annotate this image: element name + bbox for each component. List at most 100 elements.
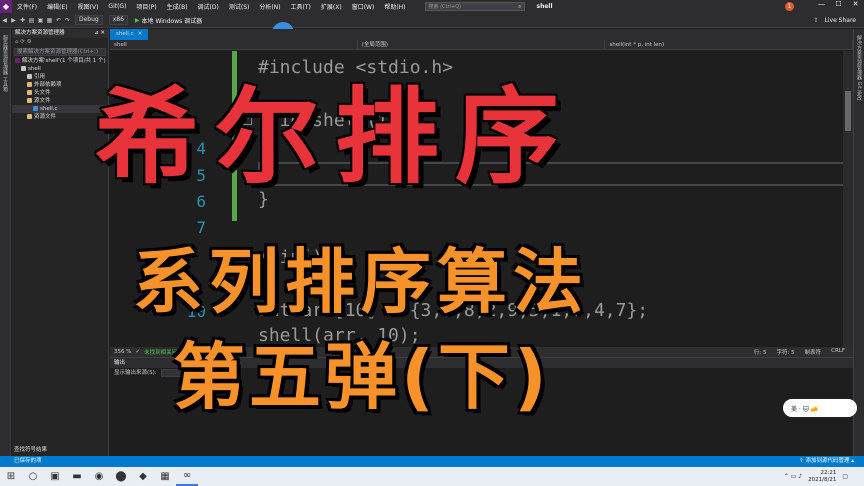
new-item-icon[interactable]: ✚	[18, 17, 27, 24]
menu-analyze[interactable]: 分析(N)	[254, 2, 285, 11]
visual-studio-icon[interactable]: ∞	[176, 467, 198, 486]
undo-icon[interactable]: ↶	[54, 17, 63, 24]
toolbar-right: ⇪ Live Share	[813, 17, 856, 24]
menu-extensions[interactable]: 扩展(X)	[316, 2, 347, 11]
tree-item-icon	[27, 82, 32, 87]
windows-taskbar: ⊞ ○ ▣ ▬ ◉ ⬤ ◆ ▦ ∞ ⌃ ▭ ♪ 22:21 2021/8/21 …	[0, 467, 864, 486]
tree-item[interactable]: shell	[12, 65, 108, 73]
add-to-source-control-button[interactable]: ↑ 添加到源代码管理 ▴	[799, 456, 854, 467]
solution-tree: 解决方案'shell'(1 个项目/共 1 个) shell 引用外部依赖项 头文件源…	[12, 57, 108, 121]
menu-view[interactable]: 视图(V)	[73, 2, 104, 11]
left-rail-label: 服务器资源管理器 工具箱	[2, 35, 8, 92]
tray-icons[interactable]: ⌃ ▭ ♪	[784, 473, 802, 480]
tree-item[interactable]: 头文件	[12, 89, 108, 97]
global-search-input[interactable]: 搜索 (Ctrl+Q) ⌕	[424, 2, 525, 11]
menu-help[interactable]: 帮助(H)	[379, 2, 410, 11]
clock-date: 2021/8/21	[808, 476, 837, 483]
line-info: 行: 5	[753, 350, 767, 356]
save-all-icon[interactable]: ▦	[45, 17, 54, 24]
redo-icon[interactable]: ↷	[63, 17, 72, 24]
platform-select[interactable]: x86	[108, 15, 128, 25]
firefox-icon[interactable]: ◉	[88, 467, 110, 486]
open-icon[interactable]: ▤	[27, 17, 36, 24]
tree-item-icon	[33, 106, 38, 111]
menu-window[interactable]: 窗口(W)	[347, 2, 380, 11]
task-view-icon[interactable]: ▣	[44, 467, 66, 486]
project-nav-select[interactable]: shell	[110, 40, 358, 49]
tree-item[interactable]: shell.c	[12, 105, 108, 113]
menu-project[interactable]: 项目(P)	[131, 2, 161, 11]
menu-tools[interactable]: 工具(T)	[286, 2, 316, 11]
pin-icon[interactable]: ⊿ ✕	[94, 29, 105, 38]
start-icon[interactable]: ⊞	[0, 467, 22, 486]
tree-item-icon	[27, 98, 32, 103]
tree-item-label: 解决方案'shell'(1 个项目/共 1 个)	[22, 58, 106, 64]
tree-item[interactable]: 资源文件	[12, 113, 108, 121]
function-nav-select[interactable]: shell(int * p, int len)	[605, 40, 854, 49]
menu-debug[interactable]: 调试(D)	[193, 2, 224, 11]
tree-item-icon	[27, 74, 32, 79]
tree-item-icon	[15, 58, 20, 63]
browser-icon[interactable]: ⬤	[110, 467, 132, 486]
app-icon[interactable]: ▦	[154, 467, 176, 486]
find-symbol-results-tab[interactable]: 查找符号结果	[12, 444, 212, 456]
maximize-icon[interactable]: ☐	[830, 0, 847, 8]
clock[interactable]: 22:21 2021/8/21	[808, 470, 836, 484]
notification-center-icon[interactable]: ▢	[842, 473, 848, 480]
zoom-level[interactable]: 356 %	[110, 349, 135, 355]
right-tool-rail[interactable]: 解决方案资源管理器 Git 更改	[853, 29, 864, 456]
status-text: 已保存的项	[14, 458, 42, 464]
tree-item-label: 引用	[34, 74, 46, 80]
tree-item-label: shell.c	[40, 106, 58, 112]
forward-icon[interactable]: ▶	[9, 17, 18, 24]
editor-tab-strip: shell.c ✕	[110, 29, 853, 40]
live-share-icon[interactable]: ⇪	[813, 17, 818, 24]
tree-item-label: 资源文件	[34, 114, 57, 120]
menu-test[interactable]: 测试(S)	[224, 2, 255, 11]
right-rail-label: 解决方案资源管理器 Git 更改	[856, 35, 862, 101]
tab-label: shell.c	[116, 31, 134, 37]
scrollbar-thumb[interactable]	[845, 91, 851, 131]
tab-shell-c[interactable]: shell.c ✕	[110, 29, 149, 40]
menu-git[interactable]: Git(G)	[103, 3, 131, 10]
tab-info[interactable]: 制表符	[805, 348, 822, 356]
overlay-series-subtitle: 系列排序算法	[133, 241, 589, 323]
tree-item[interactable]: 引用	[12, 73, 108, 81]
save-icon[interactable]: ▣	[36, 17, 45, 24]
tree-item-icon	[21, 66, 26, 71]
notification-badge[interactable]: 1	[785, 2, 794, 11]
menu-build[interactable]: 生成(B)	[162, 2, 193, 11]
live-share-button[interactable]: Live Share	[825, 17, 856, 24]
minimize-icon[interactable]: —	[813, 0, 830, 8]
search-icon[interactable]: ○	[22, 467, 44, 486]
menu-edit[interactable]: 编辑(E)	[42, 2, 72, 11]
editor-scrollbar[interactable]	[843, 51, 853, 347]
overlay-title: 希尔排序	[93, 75, 576, 200]
refresh-icon[interactable]: ⟳	[20, 39, 25, 45]
tab-close-icon[interactable]: ✕	[138, 29, 143, 40]
solution-search-input[interactable]: 搜索解决方案资源管理器(Ctrl+;)	[14, 48, 106, 56]
menu-bar: ◆ 文件(F) 编辑(E) 视图(V) Git(G) 项目(P) 生成(B) 调…	[0, 0, 864, 13]
file-explorer-icon[interactable]: ▬	[66, 467, 88, 486]
tree-item-label: 外部依赖项	[34, 82, 62, 88]
run-icon[interactable]: ▶	[135, 17, 140, 24]
eol-info[interactable]: CRLF	[831, 348, 845, 356]
editor-navigation-bar: shell (全局范围) shell(int * p, int len)	[110, 40, 854, 50]
solution-explorer-header: 解决方案资源管理器 ⊿ ✕	[12, 29, 108, 38]
home-icon[interactable]: ⌂	[15, 39, 19, 45]
tree-item[interactable]: 源文件	[12, 97, 108, 105]
tree-item[interactable]: 外部依赖项	[12, 81, 108, 89]
settings-icon[interactable]: ⚙	[27, 39, 32, 45]
tree-item[interactable]: 解决方案'shell'(1 个项目/共 1 个)	[12, 57, 108, 65]
solution-name: shell	[536, 3, 553, 10]
menu-file[interactable]: 文件(F)	[12, 2, 42, 11]
back-icon[interactable]: ◀	[0, 17, 9, 24]
app-icon[interactable]: ◆	[132, 467, 154, 486]
run-debugger-button[interactable]: 本地 Windows 调试器	[142, 16, 203, 25]
scope-nav-select[interactable]: (全局范围)	[358, 40, 606, 49]
config-select[interactable]: Debug	[75, 15, 103, 25]
left-tool-rail[interactable]: 服务器资源管理器 工具箱	[0, 29, 11, 456]
status-bar: 已保存的项 ↑ 添加到源代码管理 ▴	[0, 456, 864, 467]
close-icon[interactable]: ✕	[847, 0, 864, 8]
window-controls: — ☐ ✕	[813, 0, 864, 8]
